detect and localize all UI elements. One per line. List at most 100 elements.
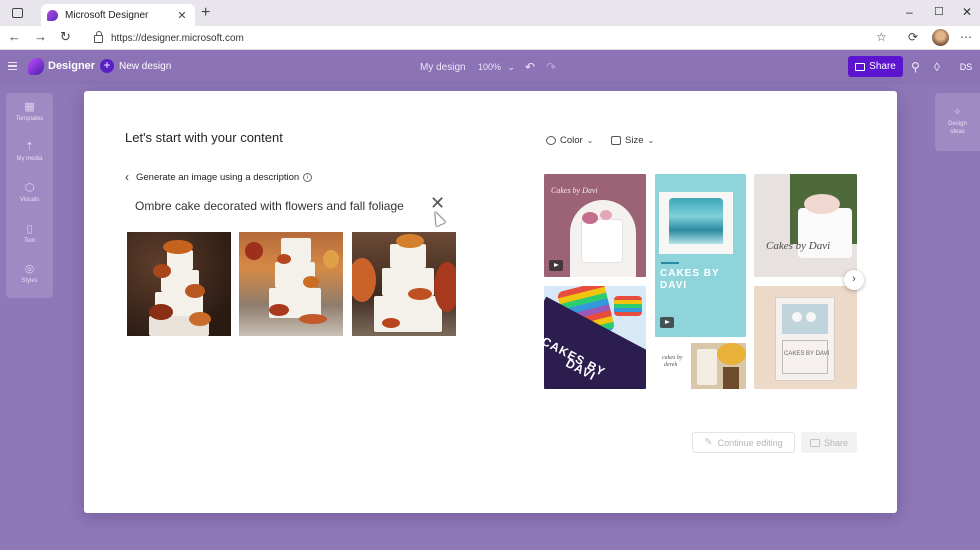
next-templates-button[interactable]: › xyxy=(844,270,864,290)
share-label: Share xyxy=(869,61,896,72)
dialog-share-label: Share xyxy=(823,437,849,448)
zoom-dropdown[interactable]: 100% ⌄ xyxy=(478,62,515,73)
menu-icon[interactable] xyxy=(8,62,17,70)
design-template-3[interactable]: Cakes by Davi xyxy=(754,174,857,277)
url-field[interactable]: https://designer.microsoft.com xyxy=(86,29,866,47)
design-ideas-rail[interactable]: ✧ Design ideas xyxy=(935,93,980,151)
rail-label: Styles xyxy=(21,278,38,284)
color-filter-dropdown[interactable]: Color ⌄ xyxy=(546,135,593,146)
back-button[interactable]: ← xyxy=(8,30,21,44)
design-template-2[interactable]: CAKES BY DAVI xyxy=(655,174,746,337)
palette-icon xyxy=(546,136,556,145)
designer-logo-icon xyxy=(28,58,44,75)
new-design-label: New design xyxy=(119,60,172,72)
zoom-value: 100% xyxy=(478,62,502,72)
design-template-5[interactable]: cakes by derek xyxy=(655,343,746,389)
design-template-1[interactable]: Cakes by Davi xyxy=(544,174,646,277)
minimize-button[interactable]: – xyxy=(906,5,913,19)
design-template-6[interactable]: CAKES BY DAVI xyxy=(754,286,857,389)
size-filter-label: Size xyxy=(625,135,644,146)
plus-icon: + xyxy=(100,59,114,73)
size-filter-dropdown[interactable]: Size ⌄ xyxy=(611,135,654,146)
upload-icon: ⇡ xyxy=(24,141,35,153)
template-text: CAKES BY DAVI xyxy=(784,351,830,357)
address-bar: ← → ↻ https://designer.microsoft.com ☆ ⟳… xyxy=(0,26,980,50)
share-button[interactable]: Share xyxy=(848,56,903,77)
rail-visuals[interactable]: ⬡ Visuals xyxy=(6,182,53,203)
generated-image-3[interactable] xyxy=(352,232,456,336)
rail-label: Visuals xyxy=(19,197,40,203)
user-initials[interactable]: DS xyxy=(957,60,975,74)
rail-styles[interactable]: ◎ Styles xyxy=(6,263,53,284)
continue-editing-button[interactable]: ✎ Continue editing xyxy=(692,432,795,453)
share-icon xyxy=(855,62,866,71)
back-label: Generate an image using a description xyxy=(136,171,300,183)
info-icon[interactable]: i xyxy=(303,172,313,182)
pin-icon[interactable]: ◊ xyxy=(934,60,940,74)
dialog-share-button[interactable]: Share xyxy=(801,432,857,453)
designer-logo-icon xyxy=(47,9,58,21)
pencil-icon: ✎ xyxy=(704,437,713,448)
browser-tab[interactable]: Microsoft Designer ✕ xyxy=(41,4,195,26)
chevron-left-icon: ‹ xyxy=(125,170,129,184)
close-window-button[interactable]: ✕ xyxy=(962,5,972,19)
refresh-button[interactable]: ↻ xyxy=(60,30,71,44)
rail-label: Text xyxy=(23,238,35,244)
template-text: cakes by xyxy=(662,355,683,361)
maximize-button[interactable]: ☐ xyxy=(934,5,944,18)
url-text: https://designer.microsoft.com xyxy=(111,32,244,44)
document-name[interactable]: My design xyxy=(420,62,466,73)
image-description-input[interactable]: Ombre cake decorated with flowers and fa… xyxy=(135,199,404,213)
window-icon[interactable] xyxy=(12,8,23,18)
color-filter-label: Color xyxy=(560,135,583,146)
styles-icon: ◎ xyxy=(24,263,35,275)
rail-label: Templates xyxy=(15,116,44,122)
brand-name[interactable]: Designer xyxy=(48,60,95,72)
chevron-down-icon: ⌄ xyxy=(507,62,516,72)
sparkle-icon: ✧ xyxy=(953,107,962,118)
favorite-icon[interactable]: ☆ xyxy=(876,30,887,44)
generated-image-1[interactable] xyxy=(127,232,231,336)
template-text: Cakes by Davi xyxy=(766,240,831,252)
chevron-down-icon: ⌄ xyxy=(586,136,594,145)
forward-button[interactable]: → xyxy=(34,30,47,44)
rail-text[interactable]: ▯ Text xyxy=(6,223,53,244)
chevron-down-icon: ⌄ xyxy=(647,136,655,145)
rail-templates[interactable]: ▦ Templates xyxy=(6,101,53,122)
generated-image-2[interactable] xyxy=(239,232,343,336)
profile-avatar[interactable] xyxy=(932,29,949,46)
close-tab-icon[interactable]: ✕ xyxy=(175,9,189,22)
dialog-title: Let's start with your content xyxy=(125,130,283,145)
design-ideas-label: ideas xyxy=(950,129,965,135)
template-text: CAKES BY xyxy=(660,268,720,279)
tab-title: Microsoft Designer xyxy=(65,9,149,21)
rail-my-media[interactable]: ⇡ My media xyxy=(6,141,53,162)
lock-icon xyxy=(94,31,103,43)
templates-icon: ▦ xyxy=(24,101,35,113)
generate-image-back-link[interactable]: ‹ Generate an image using a description … xyxy=(125,170,313,184)
extensions-icon[interactable]: ⟳ xyxy=(908,30,918,44)
visuals-icon: ⬡ xyxy=(24,182,35,194)
redo-button[interactable]: ↷ xyxy=(546,60,556,74)
template-text: Cakes by Davi xyxy=(551,186,598,195)
template-text: derek xyxy=(664,362,678,368)
more-icon[interactable]: ⋯ xyxy=(960,30,972,44)
share-icon xyxy=(809,438,820,447)
undo-button[interactable]: ↶ xyxy=(525,60,535,74)
new-tab-button[interactable]: + xyxy=(201,5,210,21)
start-content-dialog: Let's start with your content ‹ Generate… xyxy=(84,91,897,513)
continue-editing-label: Continue editing xyxy=(717,437,783,448)
text-icon: ▯ xyxy=(26,223,33,235)
left-tool-rail: ▦ Templates ⇡ My media ⬡ Visuals ▯ Text … xyxy=(6,93,53,298)
new-design-button[interactable]: + New design xyxy=(100,59,171,73)
rail-label: My media xyxy=(16,156,43,162)
app-bar: Designer + New design My design 100% ⌄ ↶… xyxy=(0,50,980,84)
size-icon xyxy=(611,136,621,145)
link-icon[interactable]: ⚲ xyxy=(911,60,920,74)
video-badge-icon xyxy=(660,317,674,328)
template-text: DAVI xyxy=(660,280,688,291)
browser-tab-bar: Microsoft Designer ✕ + – ☐ ✕ xyxy=(0,0,980,26)
design-template-4[interactable]: CAKES BY DAVI xyxy=(544,286,646,389)
video-badge-icon xyxy=(549,260,563,271)
design-ideas-label: Design xyxy=(948,121,967,127)
